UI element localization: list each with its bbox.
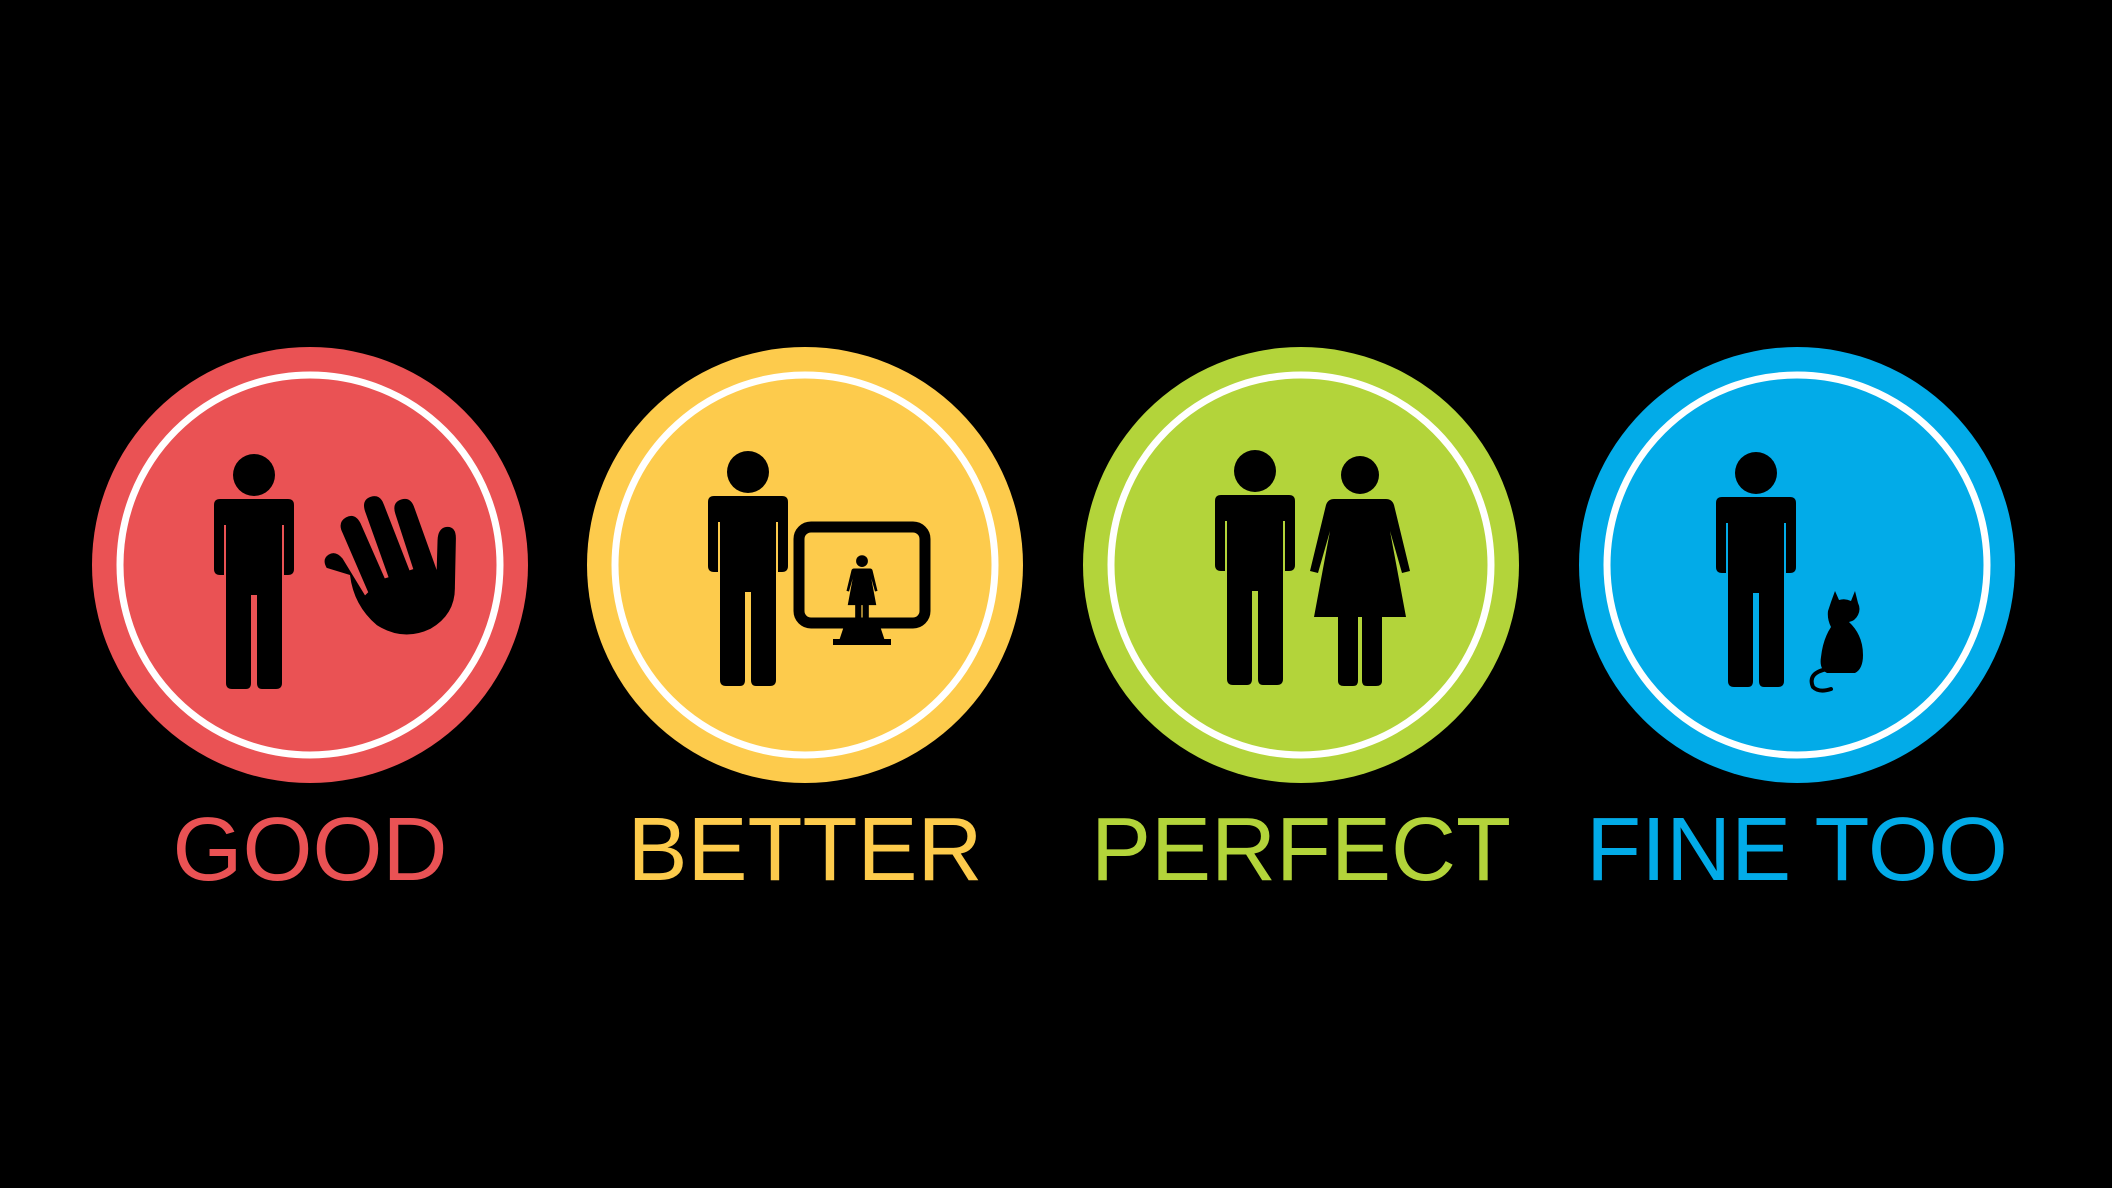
caption-perfect: PERFECT [1090,800,1512,900]
badge-good [92,347,528,783]
badge-circle [587,347,1023,783]
badge-circle [92,347,528,783]
badge-perfect [1083,347,1519,783]
badge-better [587,347,1023,783]
poster: GOOD BETTER PERFECT FINE TOO [0,0,2112,1188]
caption-better: BETTER [627,800,983,900]
badge-circle [1083,347,1519,783]
badge-fine-too [1579,347,2015,783]
caption-good: GOOD [172,800,448,900]
badge-circle [1579,347,2015,783]
caption-fine-too: FINE TOO [1586,800,2008,900]
